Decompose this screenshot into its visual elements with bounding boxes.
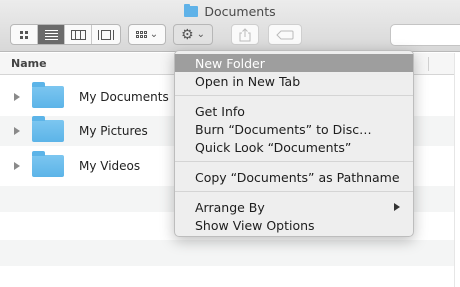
name-column-header[interactable]: Name [11,57,47,70]
column-view-button[interactable] [65,25,92,44]
disclosure-triangle-icon[interactable] [14,127,20,135]
tag-icon [276,30,294,39]
disclosure-triangle-icon[interactable] [14,162,20,170]
icon-view-icon [20,30,28,39]
folder-icon [32,82,64,108]
menu-separator [175,161,413,162]
chevron-down-icon: ⌄ [196,29,205,40]
cover-flow-view-button[interactable] [92,25,119,44]
menu-item-quick-look[interactable]: Quick Look “Documents” [175,138,413,156]
action-menu: New Folder Open in New Tab Get Info Burn… [174,50,414,237]
menu-item-open-in-new-tab[interactable]: Open in New Tab [175,72,413,90]
file-name: My Videos [79,159,141,173]
share-button[interactable] [231,24,259,45]
menu-item-show-view-options[interactable]: Show View Options [175,216,413,234]
list-view-button[interactable] [38,25,65,44]
arrange-grid-icon [135,31,147,38]
window-title-text: Documents [204,3,276,19]
chevron-down-icon: ⌄ [149,29,159,40]
search-field[interactable] [390,24,460,46]
file-name: My Pictures [79,124,148,138]
disclosure-triangle-icon[interactable] [14,93,20,101]
view-mode-control [10,24,121,45]
share-icon [239,27,251,41]
title-bar: Documents ⌄ ⚙ ⌄ [0,0,460,52]
menu-item-copy-pathname[interactable]: Copy “Documents” as Pathname [175,168,413,186]
file-name: My Documents [79,90,169,104]
finder-window: Documents ⌄ ⚙ ⌄ Name My Documents My Pic… [0,0,460,287]
window-title: Documents [0,2,460,20]
folder-icon [32,116,64,142]
menu-item-burn-to-disc[interactable]: Burn “Documents” to Disc… [175,120,413,138]
tag-button[interactable] [268,24,302,45]
action-button[interactable]: ⚙ ⌄ [173,24,213,45]
menu-item-new-folder[interactable]: New Folder [175,54,413,72]
icon-view-button[interactable] [11,25,38,44]
empty-row [0,240,460,266]
window-edge [454,53,460,287]
menu-separator [175,95,413,96]
list-view-icon [44,29,58,40]
menu-item-get-info[interactable]: Get Info [175,102,413,120]
menu-item-arrange-by-label: Arrange By [195,199,265,215]
column-divider[interactable] [428,57,429,71]
folder-icon [184,3,199,17]
gear-icon: ⚙ [181,26,194,43]
menu-item-arrange-by[interactable]: Arrange By [175,198,413,216]
column-view-icon [70,29,86,40]
menu-separator [175,191,413,192]
arrange-button[interactable]: ⌄ [128,24,166,45]
cover-flow-icon [97,29,114,40]
submenu-arrow-icon [394,203,400,211]
folder-icon [32,151,64,177]
